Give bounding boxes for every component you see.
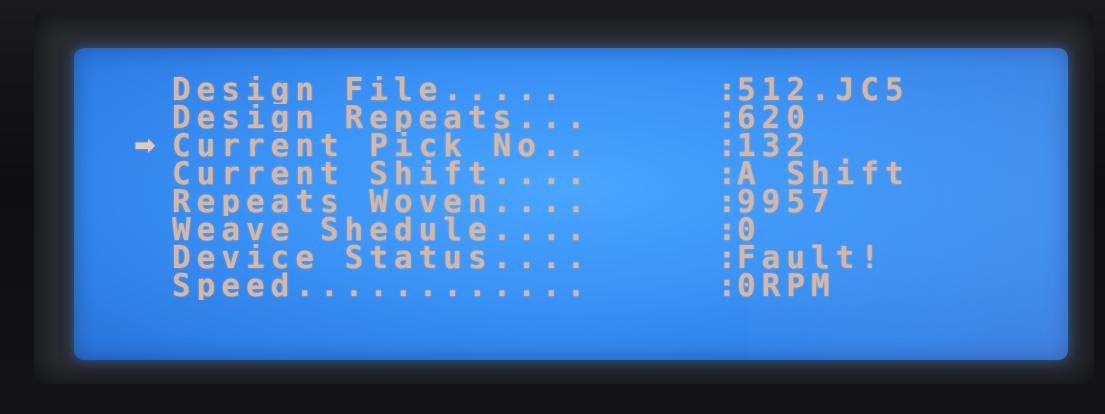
row-label: Design File..... bbox=[172, 76, 567, 104]
row-separator: : bbox=[717, 268, 737, 304]
row-label: Speed............ bbox=[172, 272, 592, 300]
lcd-screen: Design File..... : 512.JC5 Design Repeat… bbox=[74, 48, 1068, 360]
row-label: Design Repeats... bbox=[172, 104, 592, 132]
selection-arrow-icon: ➡ bbox=[134, 131, 156, 161]
row-label: Weave Shedule.... bbox=[172, 216, 592, 244]
row-value: 0RPM bbox=[737, 268, 836, 304]
status-list: Design File..... : 512.JC5 Design Repeat… bbox=[134, 75, 910, 304]
row-label: Current Shift.... bbox=[172, 160, 592, 188]
row-speed: Speed............ : 0RPM bbox=[172, 268, 910, 304]
row-repeats-woven: Repeats Woven.... : 9957 bbox=[172, 187, 910, 218]
row-label: Device Status.... bbox=[172, 244, 592, 272]
row-label: Repeats Woven.... bbox=[172, 188, 592, 216]
device-bezel: Design File..... : 512.JC5 Design Repeat… bbox=[0, 0, 1105, 414]
row-label: Current Pick No.. bbox=[172, 132, 592, 160]
